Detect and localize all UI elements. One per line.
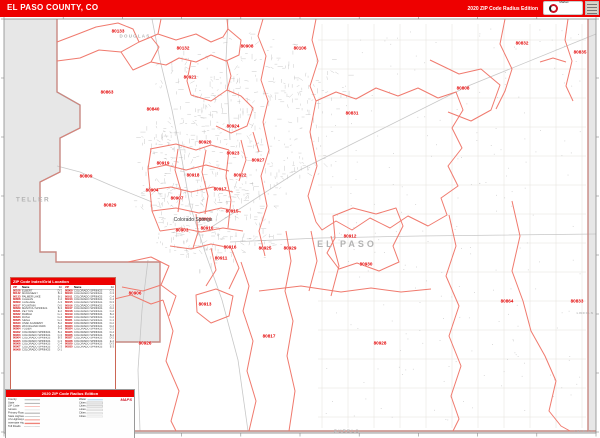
county-label-pueblo: PUEBLO xyxy=(334,428,360,434)
title-banner: EL PASO COUNTY, CO 2020 ZIP Code Radius … xyxy=(0,0,600,17)
city-label: Colorado Springs xyxy=(173,217,213,223)
legend-body: CountyStateZIP CodeStreetsPrimary RoadsS… xyxy=(6,397,134,438)
edition-label: 2020 ZIP Code Radius Edition xyxy=(467,6,538,12)
zip-label-80910: 80910 xyxy=(200,225,214,231)
legend-sample-city2 xyxy=(86,405,103,408)
zip-index-title: ZIP Code Index/Grid Location xyxy=(11,278,115,285)
legend-sample-city5 xyxy=(86,415,103,418)
zip-label-80930: 80930 xyxy=(359,261,373,267)
zip-label-80106: 80106 xyxy=(293,45,307,51)
county-label-el paso: EL PASO xyxy=(317,239,377,249)
zip-label-80817: 80817 xyxy=(262,333,276,339)
zip-label-80929: 80929 xyxy=(283,245,297,251)
zip-label-80925: 80925 xyxy=(258,245,272,251)
legend-sample-city1 xyxy=(86,401,103,405)
legend-sample-water xyxy=(87,399,103,401)
index-row: 80930 COLORADO SPRINGS E-3 xyxy=(65,345,114,349)
zip-label-80916: 80916 xyxy=(223,244,237,250)
zip-label-80923: 80923 xyxy=(226,150,240,156)
zip-label-80928: 80928 xyxy=(373,340,387,346)
zip-label-80863: 80863 xyxy=(100,89,114,95)
zip-label-80832: 80832 xyxy=(515,40,529,46)
zip-label-80808: 80808 xyxy=(456,85,470,91)
legend-sample-county xyxy=(24,399,40,401)
legend-sample-ushwy xyxy=(24,419,40,421)
zip-label-80133: 80133 xyxy=(111,28,125,34)
legend-maps-logo: MAPS xyxy=(120,397,132,402)
zip-label-80908: 80908 xyxy=(240,43,254,49)
zip-label-80904: 80904 xyxy=(145,187,159,193)
zip-label-80921: 80921 xyxy=(183,74,197,80)
map-poster: EL PASO COUNTY, CO 2020 ZIP Code Radius … xyxy=(0,0,600,438)
legend-title: 2020 ZIP Code Radius Edition xyxy=(6,390,134,397)
county-label-douglas: DOUGLAS xyxy=(119,33,151,39)
legend-sample-city4 xyxy=(86,412,103,415)
globe-swirl-icon xyxy=(549,3,559,13)
zip-label-80907: 80907 xyxy=(170,195,184,201)
zip-label-80919: 80919 xyxy=(156,160,170,166)
zip-label-80922: 80922 xyxy=(233,172,247,178)
county-title: EL PASO COUNTY, CO xyxy=(7,3,99,12)
zip-label-80920: 80920 xyxy=(198,139,212,145)
zip-label-80829: 80829 xyxy=(103,202,117,208)
logo-text-small: Market xyxy=(559,0,569,4)
legend-box: 2020 ZIP Code Radius Edition MAPS County… xyxy=(5,389,135,438)
zip-label-80906: 80906 xyxy=(128,290,142,296)
county-label-crowley: CROWLEY xyxy=(574,429,594,433)
map-area: DOUGLAS TELLER EL PASO PUEBLO LINCOLN CROWLEY… xyxy=(0,17,600,438)
zip-label-80809: 80809 xyxy=(79,173,93,179)
legend-sample-city3 xyxy=(86,408,103,411)
zip-label-80835: 80835 xyxy=(573,49,587,55)
outside-area-east xyxy=(588,19,596,431)
zip-label-80927: 80927 xyxy=(251,157,265,163)
legend-item: Toll Roads xyxy=(8,425,40,428)
zip-label-80840: 80840 xyxy=(146,106,160,112)
county-label-lincoln: LINCOLN xyxy=(576,311,594,315)
zip-label-80917: 80917 xyxy=(213,186,227,192)
legend-sample-primary xyxy=(24,412,40,414)
zip-label-80831: 80831 xyxy=(345,110,359,116)
zip-label-80911: 80911 xyxy=(214,255,228,261)
legend-sample-zip xyxy=(24,406,40,407)
index-row: 80908 COLORADO SPRINGS D-1 xyxy=(13,348,62,352)
zip-label-80912: 80912 xyxy=(343,233,357,239)
zip-label-80833: 80833 xyxy=(570,298,584,304)
zip-label-80924: 80924 xyxy=(226,123,240,129)
zip-label-80915: 80915 xyxy=(225,208,239,214)
zip-label-80913: 80913 xyxy=(198,301,212,307)
zip-label-80864: 80864 xyxy=(500,298,514,304)
legend-sample-state xyxy=(24,402,40,404)
marketmaps-logo: Market MAPS xyxy=(543,0,583,23)
zip-label-80132: 80132 xyxy=(176,45,190,51)
zip-label-80918: 80918 xyxy=(186,172,200,178)
zip-label-80903: 80903 xyxy=(175,227,189,233)
legend-item: Cities 10,000 to 24,999 xyxy=(79,415,103,418)
legend-sample-interstate xyxy=(24,422,40,425)
fine-print-box xyxy=(585,1,599,15)
zip-label-80926: 80926 xyxy=(138,340,152,346)
county-label-teller: TELLER xyxy=(15,196,51,204)
